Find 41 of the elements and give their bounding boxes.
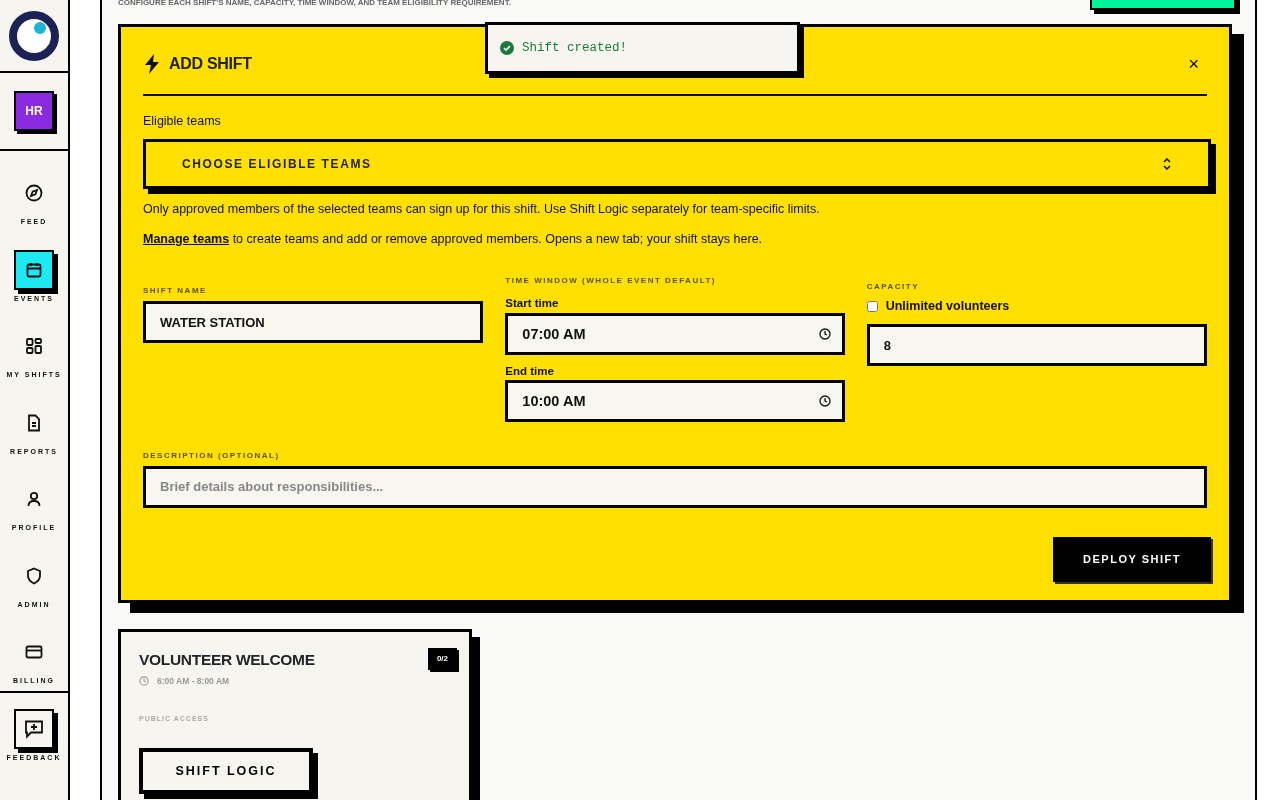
capacity-field[interactable]: 8 [866,324,1207,366]
feedback-icon [24,719,44,739]
field-label: SHIFT NAME [143,285,208,298]
person-icon [25,490,43,508]
shift-time: 6:00 AM - 8:00 AM [157,675,230,688]
field-label: DESCRIPTION (OPTIONAL) [143,449,281,462]
document-icon [25,413,43,432]
shield-icon [25,566,43,585]
toast-message: Shift created! [522,39,628,57]
manage-teams-link[interactable]: Manage teams [143,231,230,246]
card-icon [25,643,43,661]
deploy-shift-button[interactable]: DEPLOY SHIFT [1053,536,1211,582]
logo-icon [8,9,60,62]
end-time-field[interactable]: 10:00 AM [505,379,845,422]
check-circle-icon [500,41,514,55]
clock-icon [818,327,831,340]
user-avatar[interactable]: HR [14,91,54,131]
field-label: CAPACITY [866,281,920,294]
chevron-updown-icon [1162,157,1172,170]
field-label: Start time [505,296,560,312]
unlimited-checkbox[interactable] [866,301,878,313]
capacity-badge: 0/2 [427,647,457,670]
calendar-icon [25,260,43,279]
start-time-field[interactable]: 07:00 AM [505,312,845,355]
checkbox-label: Unlimited volunteers [885,298,1010,316]
clock-icon [818,394,831,407]
help-text: Manage teams to create teams and add or remove approved members. Opens a new tab; your shift stays here. [143,230,764,248]
dialog-title: ADD SHIFT [169,54,252,74]
field-label: TIME WINDOW (WHOLE EVENT DEFAULT) [505,275,717,288]
clock-icon [139,676,149,687]
compass-icon [25,184,43,202]
grid-icon [25,337,43,355]
page-subtitle: CONFIGURE EACH SHIFT'S NAME, CAPACITY, TIME WINDOW, AND TEAM ELIGIBILITY REQUIREMENT. [118,0,512,9]
description-field[interactable]: Brief details about responsibilities... [143,465,1207,508]
lightning-icon [143,54,161,74]
field-label: Eligible teams [143,113,222,130]
field-label: End time [505,363,555,379]
help-text: Only approved members of the selected teams can sign up for this shift. Use Shift Logic separately for team-specific limits. [143,200,821,218]
shift-name-field[interactable]: WATER STATION [143,301,484,344]
shift-title: VOLUNTEER WELCOME [139,649,315,670]
close-button[interactable]: × [1180,55,1207,73]
